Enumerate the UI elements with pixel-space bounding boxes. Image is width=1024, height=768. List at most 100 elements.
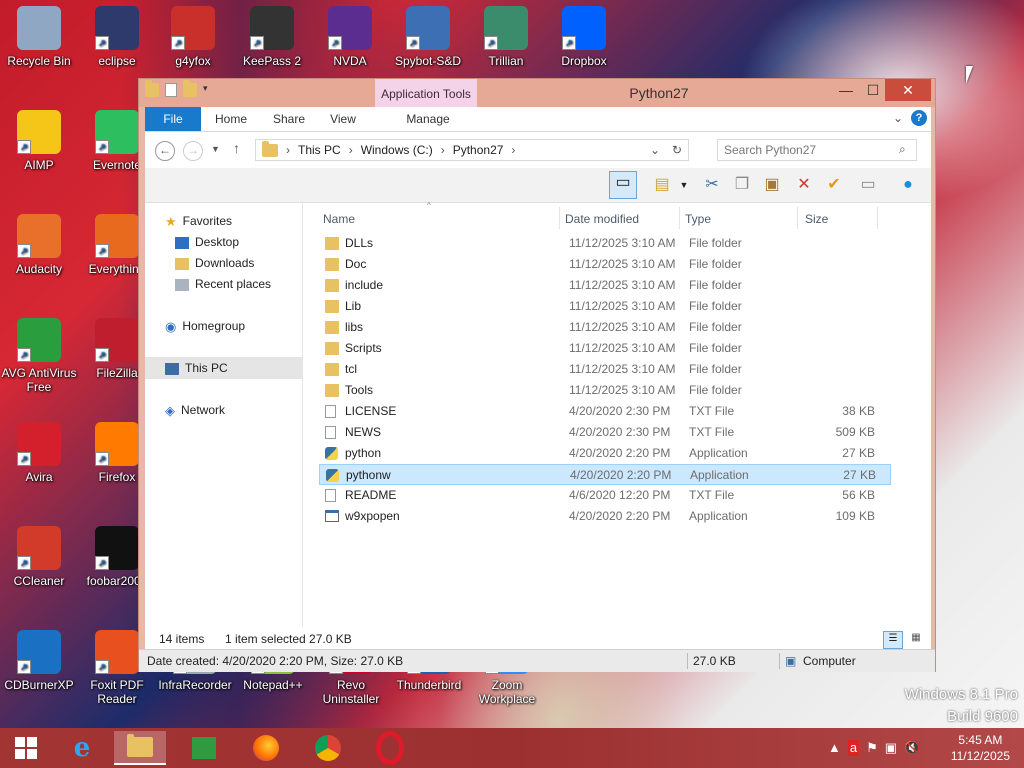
desktop-icon-avg[interactable]: ↗ AVG AntiVirus Free <box>0 318 78 394</box>
tab-file[interactable]: File <box>145 107 201 131</box>
desktop-icon-recycle-bin[interactable]: Recycle Bin <box>0 6 78 68</box>
maximize-button[interactable]: ☐ <box>859 79 887 101</box>
table-row[interactable]: DLLs 11/12/2025 3:10 AM File folder <box>319 233 891 254</box>
desktop-icon-ccleaner[interactable]: ↗ CCleaner <box>0 526 78 588</box>
nav-desktop[interactable]: Desktop <box>175 232 239 253</box>
nav-this-pc[interactable]: This PC <box>165 358 228 379</box>
table-row[interactable]: w9xpopen 4/20/2020 2:20 PM Application 109 … <box>319 506 891 527</box>
minimize-button[interactable]: — <box>832 79 860 101</box>
recent-locations-icon[interactable]: ▼ <box>211 144 220 154</box>
breadcrumb-windows-c[interactable]: Windows (C:) <box>361 143 433 157</box>
file-type: File folder <box>689 341 742 355</box>
table-row[interactable]: README 4/6/2020 12:20 PM TXT File 56 KB <box>319 485 891 506</box>
column-type[interactable]: Type <box>685 207 711 231</box>
shortcut-arrow-icon: ↗ <box>562 36 576 50</box>
desktop-icon-label: eclipse <box>98 54 136 68</box>
address-dropdown-icon[interactable]: ⌄ <box>650 143 660 157</box>
explorer-body: ★ Favorites Desktop Downloads Recent pla… <box>145 201 931 627</box>
nav-favorites[interactable]: ★ Favorites <box>165 211 232 232</box>
desktop-icon-dropbox[interactable]: ↗ Dropbox <box>545 6 623 68</box>
breadcrumb-python27[interactable]: Python27 <box>453 143 504 157</box>
back-button[interactable]: ← <box>155 141 175 161</box>
desktop-icon-eclipse[interactable]: ↗ eclipse <box>78 6 156 68</box>
item-count: 14 items <box>159 632 205 646</box>
new-folder-icon[interactable] <box>183 80 197 97</box>
chat-icon[interactable]: ● <box>897 174 919 196</box>
rename-icon[interactable]: ✔ <box>823 174 845 196</box>
taskbar-store[interactable] <box>178 731 230 765</box>
table-row[interactable]: pythonw 4/20/2020 2:20 PM Application 27 KB <box>319 464 891 485</box>
desktop-icon-g4yfox[interactable]: ↗ g4yfox <box>154 6 232 68</box>
tab-home[interactable]: Home <box>209 107 253 131</box>
avira-tray-icon[interactable]: a <box>847 740 860 756</box>
explorer-window[interactable]: ▾ Application Tools Python27 — ☐ ✕ File … <box>138 78 936 672</box>
table-row[interactable]: libs 11/12/2025 3:10 AM File folder <box>319 317 891 338</box>
search-icon[interactable]: ⌕ <box>899 142 906 157</box>
forward-button[interactable]: → <box>183 141 203 161</box>
taskbar-file-explorer[interactable] <box>114 731 166 765</box>
table-row[interactable]: Lib 11/12/2025 3:10 AM File folder <box>319 296 891 317</box>
address-bar[interactable]: › This PC › Windows (C:) › Python27 › ⌄ … <box>255 139 689 161</box>
tab-manage[interactable]: Manage <box>377 107 479 131</box>
move-to-dropdown-icon[interactable]: ▼ <box>673 174 695 196</box>
show-hidden-icons-icon[interactable]: ▲ <box>828 740 841 756</box>
expand-ribbon-icon[interactable]: ⌄ <box>893 111 903 125</box>
refresh-icon[interactable]: ↻ <box>672 143 682 157</box>
table-row[interactable]: LICENSE 4/20/2020 2:30 PM TXT File 38 KB <box>319 401 891 422</box>
help-icon[interactable]: ? <box>911 110 927 126</box>
taskbar-firefox[interactable] <box>240 731 292 765</box>
breadcrumb-this-pc[interactable]: This PC <box>298 143 341 157</box>
desktop-icon-spybot[interactable]: ↗ Spybot-S&D <box>389 6 467 68</box>
desktop-icon-nvda[interactable]: ↗ NVDA <box>311 6 389 68</box>
tab-share[interactable]: Share <box>267 107 311 131</box>
desktop-icon-aimp[interactable]: ↗ AIMP <box>0 110 78 172</box>
clock[interactable]: 5:45 AM 11/12/2025 <box>951 732 1010 764</box>
details-size: 27.0 KB <box>693 654 736 668</box>
delete-icon[interactable]: ✕ <box>793 174 815 196</box>
desktop-icon-avira[interactable]: ↗ Avira <box>0 422 78 484</box>
column-date-modified[interactable]: Date modified <box>565 207 639 231</box>
start-button[interactable] <box>0 731 52 765</box>
network-tray-icon[interactable]: ▣ <box>885 740 897 756</box>
desktop-icon-audacity[interactable]: ↗ Audacity <box>0 214 78 276</box>
table-row[interactable]: include 11/12/2025 3:10 AM File folder <box>319 275 891 296</box>
preview-pane-icon[interactable]: ▭ <box>609 171 637 199</box>
table-row[interactable]: Scripts 11/12/2025 3:10 AM File folder <box>319 338 891 359</box>
copy-icon[interactable]: ❐ <box>731 174 753 196</box>
up-button[interactable]: ↑ <box>233 140 240 156</box>
volume-muted-icon[interactable]: 🔇 <box>904 740 920 756</box>
nav-downloads[interactable]: Downloads <box>175 253 254 274</box>
tab-view[interactable]: View <box>323 107 363 131</box>
desktop-icon-cdburnerxp[interactable]: ↗ CDBurnerXP <box>0 630 78 692</box>
properties-icon[interactable] <box>165 83 177 97</box>
table-row[interactable]: tcl 11/12/2025 3:10 AM File folder <box>319 359 891 380</box>
large-icons-view-icon[interactable]: ▦ <box>907 631 925 647</box>
column-size[interactable]: Size <box>805 207 828 231</box>
search-input[interactable]: Search Python27 <box>717 139 917 161</box>
window-title: Python27 <box>629 85 689 101</box>
customize-qa-icon[interactable]: ▾ <box>203 83 217 97</box>
details-view-icon[interactable]: ☰ <box>883 631 903 649</box>
properties-icon[interactable]: ▭ <box>857 174 879 196</box>
action-center-flag-icon[interactable]: ⚑ <box>866 740 878 756</box>
table-row[interactable]: Tools 11/12/2025 3:10 AM File folder <box>319 380 891 401</box>
table-row[interactable]: NEWS 4/20/2020 2:30 PM TXT File 509 KB <box>319 422 891 443</box>
close-button[interactable]: ✕ <box>885 79 931 101</box>
nav-homegroup[interactable]: ◉ Homegroup <box>165 316 245 337</box>
move-to-icon[interactable]: ▤ <box>651 174 673 196</box>
table-row[interactable]: python 4/20/2020 2:20 PM Application 27 KB <box>319 443 891 464</box>
taskbar-chrome[interactable] <box>302 731 354 765</box>
file-type: File folder <box>689 278 742 292</box>
table-row[interactable]: Doc 11/12/2025 3:10 AM File folder <box>319 254 891 275</box>
nav-recent-places[interactable]: Recent places <box>175 274 271 295</box>
desktop-icon-trillian[interactable]: ↗ Trillian <box>467 6 545 68</box>
column-name[interactable]: Name <box>323 207 355 231</box>
paste-icon[interactable]: ▣ <box>761 174 783 196</box>
cut-icon[interactable]: ✂ <box>701 174 723 196</box>
desktop-icon-keepass[interactable]: ↗ KeePass 2 <box>233 6 311 68</box>
taskbar-internet-explorer[interactable]: e <box>56 731 108 765</box>
taskbar-opera[interactable] <box>364 731 416 765</box>
nav-network[interactable]: ◈ Network <box>165 400 225 421</box>
desktop-icon-label: AIMP <box>24 158 54 172</box>
title-bar[interactable]: ▾ Application Tools Python27 — ☐ ✕ <box>139 79 935 109</box>
